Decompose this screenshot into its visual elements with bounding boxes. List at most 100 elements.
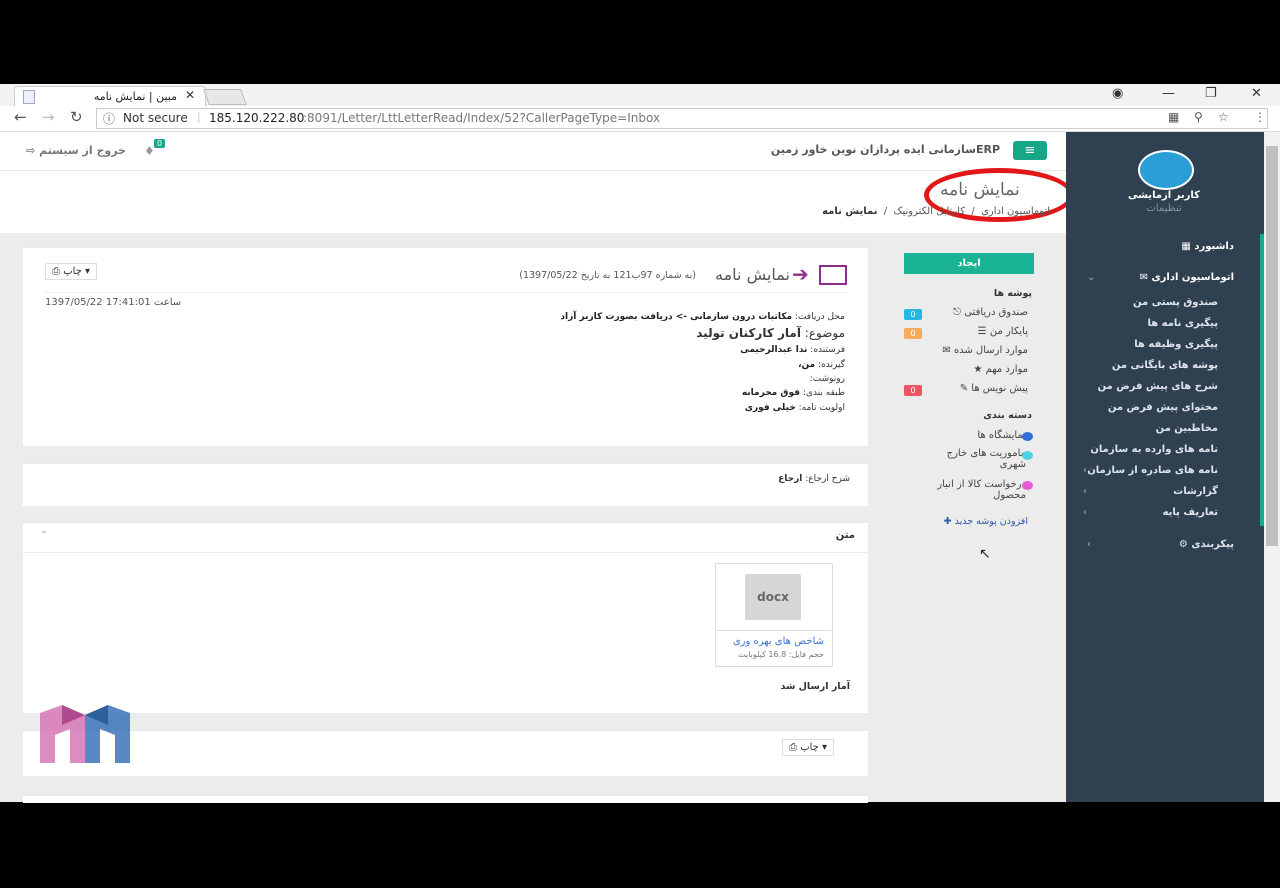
envelope-icon: ✉ xyxy=(1139,272,1148,283)
forward-icon[interactable]: → xyxy=(42,108,55,126)
letter-datetime: 1397/05/22 ساعت 17:41:01 xyxy=(45,297,182,308)
category-color-dot xyxy=(1022,432,1033,441)
folders-header: پوشه ها xyxy=(993,288,1032,299)
field-label: فرستنده: xyxy=(810,345,845,355)
zoom-icon[interactable]: ⚲ xyxy=(1194,110,1203,124)
watermark-logo xyxy=(40,705,130,763)
folder-count-badge: 0 xyxy=(904,385,922,396)
folder-label: موارد ارسال شده xyxy=(953,345,1028,356)
scrollbar-thumb[interactable] xyxy=(1266,146,1278,546)
url-input[interactable]: ⓘ Not secure | 185.120.222.80 :8091/Lett… xyxy=(96,108,1268,129)
security-label: Not secure xyxy=(123,111,188,125)
cc: رونوشت: xyxy=(810,374,845,384)
letter-number-date: (به شماره 97ب121 به تاریخ 1397/05/22) xyxy=(519,270,696,281)
category-exhibitions[interactable]: نمایشگاه ها xyxy=(977,430,1026,441)
field-label: گیرنده: xyxy=(818,360,845,370)
folder-inbox[interactable]: صندوق دریافتی ⎋ xyxy=(953,307,1028,318)
sidebar-item-base-definitions[interactable]: تعاریف پایه xyxy=(1163,507,1218,518)
chevron-left-icon: ‹ xyxy=(1083,507,1087,518)
folder-important[interactable]: موارد مهم ★ xyxy=(973,364,1028,375)
sidebar-item-dashboard[interactable]: داشبورد ▦ xyxy=(1181,241,1234,252)
sidebar-item-reports[interactable]: گزارشات xyxy=(1173,486,1218,497)
star-icon: ★ xyxy=(973,364,983,375)
window-close-icon[interactable]: ✕ xyxy=(1251,86,1262,101)
browser-menu-icon[interactable]: ⋮ xyxy=(1254,110,1266,124)
reload-icon[interactable]: ↻ xyxy=(70,108,83,126)
avatar[interactable] xyxy=(1138,150,1194,190)
breadcrumb-item[interactable]: اتوماسیون اداری xyxy=(981,206,1050,217)
new-tab-button[interactable] xyxy=(203,89,247,105)
category-missions[interactable]: ماموریت های خارج شهری xyxy=(922,448,1026,470)
field-label: شرح ارجاع: xyxy=(805,474,850,484)
tab-title: مبین | نمایش نامه xyxy=(93,90,177,103)
app-title: ERPسازمانی ایده پردازان نوین خاور زمین xyxy=(770,143,1000,156)
sidebar-item-default-descriptions[interactable]: شرح های پیش فرض من xyxy=(1098,381,1218,392)
receiver: گیرنده: من، xyxy=(798,360,845,370)
field-label: محل دریافت: xyxy=(794,312,845,322)
field-label: موضوع: xyxy=(804,326,845,340)
print-button[interactable]: ⎙ چاپ ▾ xyxy=(782,739,835,756)
field-value: خیلی فوری xyxy=(744,403,796,413)
print-button[interactable]: ⎙ چاپ ▾ xyxy=(45,263,98,280)
sidebar-item-configuration[interactable]: پیکربندی ⚙ xyxy=(1179,539,1234,550)
back-icon[interactable]: ← xyxy=(14,108,27,126)
info-icon[interactable]: ⓘ xyxy=(103,110,115,127)
sidebar-item-outgoing-letters[interactable]: نامه های صادره از سازمان xyxy=(1087,465,1218,476)
menu-toggle-button[interactable]: ≡ xyxy=(1013,141,1047,160)
logout-icon: ⇨ xyxy=(26,144,36,157)
sidebar-item-incoming-letters[interactable]: نامه های وارده به سازمان xyxy=(1090,444,1218,455)
sidebar-item-contacts[interactable]: مخاطبین من xyxy=(1156,423,1218,434)
field-value: آمار کارکنان تولید xyxy=(696,326,801,340)
draft-icon: ✎ xyxy=(959,383,969,394)
field-value: ندا عبدالرحیمی xyxy=(740,345,808,355)
letterbox-bottom xyxy=(0,803,1280,888)
add-folder-label: افزودن پوشه جدید xyxy=(954,516,1028,527)
field-label: طبقه بندی: xyxy=(802,388,845,398)
user-settings-link[interactable]: تنظیمات xyxy=(1120,203,1208,214)
sidebar-item-mailbox[interactable]: صندوق پستی من xyxy=(1133,297,1218,308)
chevron-left-icon: ‹ xyxy=(1083,465,1087,476)
user-name: کاربر آزمایشی xyxy=(1128,190,1200,201)
logout-link[interactable]: خروج از سیستم ⇨ xyxy=(26,144,126,157)
chevron-up-icon[interactable]: ⌃ xyxy=(40,530,48,541)
minimize-icon[interactable]: — xyxy=(1162,86,1175,101)
breadcrumb-current: نمایش نامه xyxy=(822,206,878,217)
folder-label: پایکار من xyxy=(989,326,1028,337)
restore-icon[interactable]: ❐ xyxy=(1205,86,1217,101)
letter-subject: موضوع: آمار کارکنان تولید xyxy=(696,326,845,340)
add-folder-link[interactable]: افزودن پوشه جدید ✚ xyxy=(944,516,1028,527)
list-icon: ☰ xyxy=(977,326,987,337)
account-icon[interactable]: ◉ xyxy=(1112,86,1123,101)
create-letter-button[interactable]: ایجاد xyxy=(904,253,1034,274)
field-label: رونوشت: xyxy=(809,374,845,384)
sidebar-item-default-contents[interactable]: محتوای پیش فرض من xyxy=(1108,402,1218,413)
section-title: متن xyxy=(835,530,855,541)
settings-icon: ⚙ xyxy=(1178,539,1188,550)
close-tab-icon[interactable]: ✕ xyxy=(185,88,195,102)
browser-tab[interactable]: مبین | نمایش نامه ✕ xyxy=(14,86,206,107)
url-path: :8091/Letter/LttLetterRead/Index/52?Call… xyxy=(303,111,661,125)
sidebar-item-letter-tracking[interactable]: پیگیری نامه ها xyxy=(1147,318,1218,329)
page-favicon-icon xyxy=(23,90,35,104)
letter-title: نمایش نامه xyxy=(715,265,790,284)
attachment-link[interactable]: شاخص های بهره وری xyxy=(718,636,824,647)
folder-sent[interactable]: موارد ارسال شده ✉ xyxy=(942,345,1028,356)
category-color-dot xyxy=(1022,451,1033,460)
receive-location: محل دریافت: مکاتبات درون سازمانی -> دریا… xyxy=(560,312,845,322)
breadcrumb-item[interactable]: کارتابل الکترونیک xyxy=(894,206,965,217)
chevron-left-icon: ‹ xyxy=(1083,486,1087,497)
sidebar-item-archive-folders[interactable]: پوشه های بایگانی من xyxy=(1112,360,1218,371)
url-separator: | xyxy=(197,110,201,123)
sidebar-item-office-automation[interactable]: اتوماسیون اداری ✉ xyxy=(1140,272,1234,283)
category-warehouse-requests[interactable]: درخواست کالا از انبار محصول xyxy=(908,479,1026,501)
breadcrumb: اتوماسیون اداری / کارتابل الکترونیک / نم… xyxy=(822,206,1050,217)
sidebar-active-indicator xyxy=(1260,234,1264,526)
file-type-label: docx xyxy=(757,590,789,604)
field-value: من، xyxy=(798,360,816,370)
bookmark-star-icon[interactable]: ☆ xyxy=(1218,110,1229,124)
folder-drafts[interactable]: پیش نویس ها ✎ xyxy=(960,383,1028,394)
folder-my-pending[interactable]: پایکار من ☰ xyxy=(978,326,1028,337)
sidebar-item-task-tracking[interactable]: پیگیری وظیفه ها xyxy=(1134,339,1218,350)
translate-icon[interactable]: ▦ xyxy=(1168,110,1179,124)
chevron-down-icon: ⌄ xyxy=(1087,272,1096,283)
